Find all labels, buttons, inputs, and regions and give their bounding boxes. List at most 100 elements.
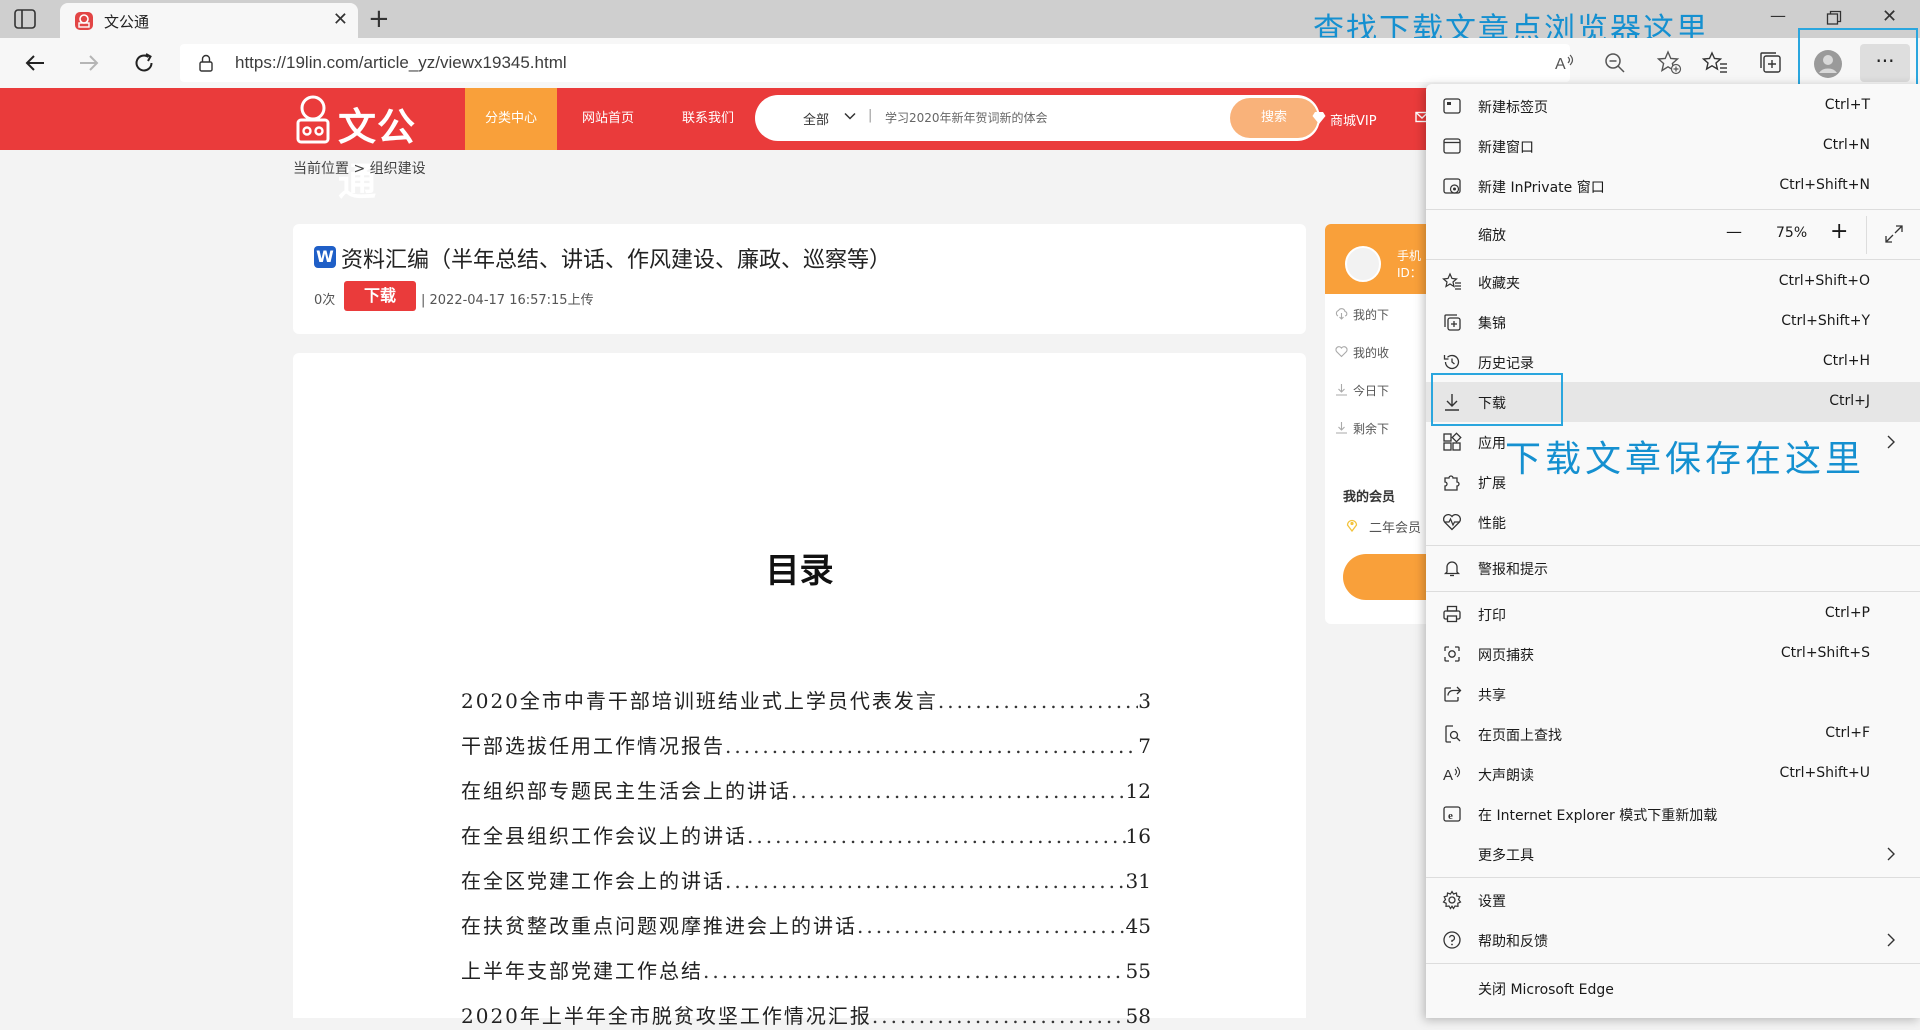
back-icon[interactable]	[20, 48, 50, 78]
today-downloads-link[interactable]: 今日下	[1336, 382, 1389, 399]
site-logo[interactable]: 文公通	[292, 92, 442, 204]
extensions-icon	[1444, 475, 1460, 491]
menu-read-aloud[interactable]: A 大声朗读 Ctrl+Shift+U	[1426, 754, 1920, 794]
read-aloud-icon[interactable]: A	[1550, 48, 1580, 78]
remaining-downloads-link[interactable]: 剩余下	[1336, 420, 1389, 437]
lock-icon[interactable]	[198, 54, 214, 72]
search-button[interactable]: 搜索	[1230, 98, 1318, 138]
tab-actions-icon[interactable]	[14, 9, 36, 29]
forward-icon[interactable]	[74, 48, 104, 78]
menu-web-capture[interactable]: 网页捕获 Ctrl+Shift+S	[1426, 634, 1920, 674]
cloud-download-icon	[1335, 308, 1348, 320]
menu-close-edge[interactable]: 关闭 Microsoft Edge	[1426, 968, 1920, 1008]
svg-text:A: A	[1443, 767, 1453, 784]
address-bar[interactable]: https://19lin.com/article_yz/viewx19345.…	[180, 44, 1682, 82]
toc-page-number: 55	[1125, 959, 1151, 983]
menu-help-feedback[interactable]: 帮助和反馈	[1426, 920, 1920, 960]
menu-new-tab[interactable]: 新建标签页 Ctrl+T	[1426, 86, 1920, 126]
zoom-level: 75%	[1776, 225, 1808, 241]
menu-collections[interactable]: 集锦 Ctrl+Shift+Y	[1426, 302, 1920, 342]
restore-icon[interactable]	[1826, 10, 1842, 26]
tab-close-icon[interactable]: ✕	[333, 9, 348, 30]
doc-title: 资料汇编（半年总结、讲话、作风建设、廉政、巡察等）	[341, 248, 892, 273]
new-tab-icon[interactable]: +	[368, 4, 390, 34]
toc-leader-dots: ........................................…	[725, 734, 1138, 758]
favorites-icon[interactable]	[1700, 48, 1730, 78]
doc-preview: 目录 2020全市中青干部培训班结业式上学员代表发言..............…	[293, 353, 1306, 1028]
add-favorite-icon[interactable]	[1654, 48, 1684, 78]
refresh-icon[interactable]	[129, 48, 159, 78]
collections-icon	[1444, 314, 1461, 331]
web-capture-icon	[1444, 646, 1460, 662]
doc-header-card: W 资料汇编（半年总结、讲话、作风建设、廉政、巡察等） 0次 下载 | 2022…	[293, 224, 1306, 334]
nav-contact[interactable]: 联系我们	[682, 88, 734, 150]
menu-favorites[interactable]: 收藏夹 Ctrl+Shift+O	[1426, 262, 1920, 302]
download-button[interactable]: 下载	[344, 281, 416, 311]
annotation-download: 下载文章保存在这里	[1505, 439, 1866, 480]
breadcrumb: 当前位置 > 组织建设	[293, 161, 426, 177]
nav-category-center[interactable]: 分类中心	[465, 88, 557, 150]
site-search: 全部 | 学习2020年新年贺词新的体会 搜索	[755, 95, 1320, 141]
word-doc-icon: W	[314, 246, 336, 268]
search-input[interactable]: 学习2020年新年贺词新的体会	[885, 109, 1048, 126]
toc-entry-title: 在全区党建工作会上的讲话	[461, 869, 725, 893]
menu-alerts[interactable]: 警报和提示	[1426, 548, 1920, 588]
history-icon	[1443, 354, 1460, 370]
menu-settings[interactable]: 设置	[1426, 880, 1920, 920]
menu-print[interactable]: 打印 Ctrl+P	[1426, 594, 1920, 634]
url-text[interactable]: https://19lin.com/article_yz/viewx19345.…	[235, 53, 567, 73]
logo-text: 文公通	[338, 105, 417, 204]
tab-active[interactable]: 文公通 ✕	[60, 3, 358, 38]
download-icon	[1336, 422, 1347, 434]
site-favicon-icon	[75, 12, 93, 30]
toc-leader-dots: ........................................…	[791, 779, 1126, 803]
menu-new-inprivate[interactable]: 新建 InPrivate 窗口 Ctrl+Shift+N	[1426, 166, 1920, 206]
member-title: 我的会员	[1343, 490, 1396, 505]
collections-icon[interactable]	[1756, 48, 1786, 78]
minimize-icon[interactable]: —	[1770, 6, 1786, 25]
menu-share[interactable]: 共享	[1426, 674, 1920, 714]
menu-performance[interactable]: 性能	[1426, 502, 1920, 542]
toc-page-number: 45	[1125, 914, 1151, 938]
toc-entry-title: 上半年支部党建工作总结	[461, 959, 703, 983]
zoom-out-button[interactable]: —	[1726, 222, 1742, 241]
chevron-right-icon	[1887, 933, 1895, 947]
browser-toolbar: https://19lin.com/article_yz/viewx19345.…	[0, 38, 1920, 88]
menu-find-on-page[interactable]: 在页面上查找 Ctrl+F	[1426, 714, 1920, 754]
toc-entry-title: 干部选拔任用工作情况报告	[461, 734, 725, 758]
tab-title: 文公通	[104, 13, 150, 31]
toc-entry-title: 在全县组织工作会议上的讲话	[461, 824, 747, 848]
logo-mark-icon	[296, 95, 330, 144]
search-category-select[interactable]: 全部	[803, 109, 829, 128]
diamond-icon	[1312, 112, 1326, 124]
toc-entry-title: 2020全市中青干部培训班结业式上学员代表发言	[461, 689, 938, 713]
vip-link[interactable]: 商城VIP	[1312, 110, 1377, 129]
zoom-in-button[interactable]: +	[1830, 219, 1848, 244]
toc-row: 2020年上半年全市脱贫攻坚工作情况汇报....................…	[461, 1000, 1151, 1030]
toc-page-number: 3	[1138, 689, 1151, 713]
chevron-down-icon[interactable]	[843, 109, 857, 123]
bell-icon	[1443, 561, 1461, 577]
upload-time: | 2022-04-17 16:57:15上传	[421, 293, 594, 308]
menu-zoom: 缩放 — 75% +	[1426, 212, 1920, 256]
user-avatar[interactable]	[1345, 246, 1381, 282]
toc-leader-dots: ........................................…	[871, 1004, 1126, 1028]
member-level: 二年会员	[1369, 521, 1422, 536]
search-separator: |	[868, 108, 873, 123]
fullscreen-icon[interactable]	[1884, 224, 1904, 244]
toc-leader-dots: ........................................…	[747, 824, 1126, 848]
my-downloads-link[interactable]: 我的下	[1335, 306, 1389, 323]
menu-more-tools[interactable]: 更多工具	[1426, 834, 1920, 874]
nav-home[interactable]: 网站首页	[582, 88, 634, 150]
window-close-icon[interactable]: ✕	[1882, 6, 1897, 27]
user-name: 手机 ID：	[1397, 249, 1422, 280]
heartbeat-icon	[1442, 513, 1462, 531]
chevron-right-icon	[1887, 435, 1895, 449]
menu-new-window[interactable]: 新建窗口 Ctrl+N	[1426, 126, 1920, 166]
my-favorites-link[interactable]: 我的收	[1335, 344, 1389, 361]
menu-ie-mode[interactable]: e 在 Internet Explorer 模式下重新加载	[1426, 794, 1920, 834]
zoom-out-icon[interactable]	[1600, 48, 1630, 78]
toc-row: 上半年支部党建工作总结.............................…	[461, 955, 1151, 985]
find-icon	[1445, 725, 1461, 743]
toc-title: 目录	[765, 551, 834, 591]
